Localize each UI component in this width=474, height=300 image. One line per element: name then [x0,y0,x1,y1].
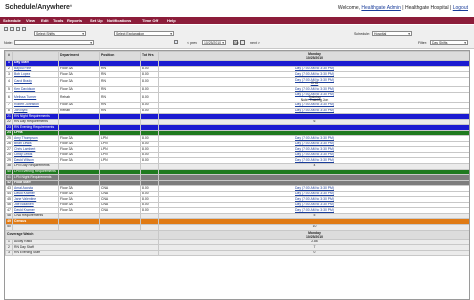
welcome-text: Welcome, Healthgate Admin | Healthgate H… [338,5,468,11]
date-input[interactable]: 10/25/2010 [202,40,226,45]
table-row[interactable]: 4 Carol Brady Floor 3A RN 8.00 Day (7:00 AM t… [5,76,469,88]
schedule-table: # Department Position Tot Hrs Monday 10/2… [5,51,469,257]
shift-text: Day (7:00 AM to 3:30 PM) [294,207,334,212]
shift-text: Day (7:00 AM to 3:30 PM) [294,185,334,190]
shift-cell[interactable]: Day (7:00 AM to 3:30 PM) CHG [158,76,469,88]
shift-text: Day (7:00 AM to 3:30 PM) [294,71,334,76]
select-explanation-dropdown[interactable]: Select Explanation [114,31,174,36]
grid-header-row: # Department Position Tot Hrs Monday 10/2… [5,51,469,61]
shift-text: 10 [312,224,317,229]
table-row[interactable]: 6 Melissa Turner Rehab RN 8.00 Day (7:00 AM t… [5,91,469,103]
menu-bar: Schedule View Edit Tools Reports Set Up Notifi… [0,17,474,24]
col-header-total-hours[interactable]: Tot Hrs [140,51,159,61]
schedule-dropdown[interactable]: Hospital [372,31,412,36]
logout-link[interactable]: Logout [453,5,468,11]
menu-item-reports[interactable]: Reports [67,18,82,23]
shift-text: 5 [313,213,316,218]
shift-cell[interactable]: Day (7:00 AM to 3:30 PM) Training Note: Tr… [158,91,469,103]
notes-label: Note: [4,41,13,45]
coverage-value: 0 [158,249,469,257]
position-cell: RN [99,76,141,88]
shift-text: 4 [313,163,316,168]
col-header-position[interactable]: Position [99,51,141,61]
menu-item-set-up[interactable]: Set Up [90,18,103,23]
day-date: 10/25/2010 [306,234,323,239]
copy-icon[interactable] [10,27,14,31]
menu-item-notifications[interactable]: Notifications [107,18,131,23]
shift-text: Day (7:00 AM to 3:30 PM) [294,152,334,157]
shift-text: Day (7:00 AM to 3:30 PM) [294,108,334,112]
menu-item-edit[interactable]: Edit [41,18,49,23]
day-date: 10/25/2010 [306,56,323,60]
department-cell: Rehab [58,91,100,103]
next-link[interactable]: next > [250,41,260,45]
top-bar: Schedule/Anywhere® Welcome, Healthgate A… [0,0,474,17]
welcome-separator: | [402,5,404,11]
menu-item-time-off[interactable]: Time Off [142,18,158,23]
filter-dropdown[interactable]: Day Shifts [430,40,468,45]
calendar-picker-icon[interactable] [240,40,245,45]
export-icon[interactable] [22,27,26,31]
welcome-separator: | [450,5,452,11]
shift-text: Day (7:00 AM to 3:30 PM) [294,157,334,162]
schedule-label: Schedule: [354,32,370,36]
filter-bar: Select Shifts Select Explanation Note: <… [0,25,474,49]
employee-name-link[interactable]: Melissa Turner [12,91,59,103]
notes-input[interactable] [14,40,94,45]
col-header-day[interactable]: Monday 10/25/2010 [158,51,469,61]
shift-text: Day (7:00 AM to 3:30 PM) [294,202,334,207]
calendar-icon[interactable] [174,40,178,44]
shift-text: Day (7:00 AM to 3:30 PM) [294,66,334,71]
go-button[interactable]: Go [233,40,239,45]
shift-text: Day (7:00 AM to 3:30 PM) [294,135,334,140]
shift-text: Day (7:00 AM to 3:30 PM) [294,196,334,201]
row-number: 3 [5,249,13,257]
coverage-row: 3 RN Evening Staff 0 [5,249,469,257]
shift-text: Day (7:00 AM to 3:30 PM) [294,86,334,91]
logo-suffix: Anywhere [37,4,70,11]
coverage-header-row: Coverage Watch Monday 10/25/2010 [5,229,469,240]
menu-item-schedule[interactable]: Schedule [3,18,21,23]
user-link[interactable]: Healthgate Admin [361,5,400,11]
menu-item-view[interactable]: View [26,18,35,23]
add-icon[interactable] [4,27,8,31]
filter-label: Filter: [418,41,427,45]
shift-text: Day (7:00 AM to 3:30 PM) [294,146,334,151]
col-header-name [12,51,59,61]
welcome-prefix: Welcome, [337,5,360,11]
shift-text: Day (7:00 AM to 3:30 PM) [294,191,334,196]
row-number: 4 [5,76,13,88]
shift-note: Note: Training Jon [300,97,329,102]
department-cell: Floor 3A [58,76,100,88]
menu-item-help[interactable]: Help [167,18,176,23]
shift-text: Day (7:00 AM to 3:30 PM) [294,141,334,146]
row-number: 6 [5,91,13,103]
org-name: Healthgate Hospital [404,5,449,11]
coverage-day-header: Monday 10/25/2010 [158,229,469,240]
shift-note: CHG [310,80,319,85]
total-hours-cell: 8.00 [140,76,159,88]
coverage-title: Coverage Watch [5,229,159,240]
menu-item-tools[interactable]: Tools [53,18,63,23]
print-icon[interactable] [16,27,20,31]
shift-text: Day (7:00 AM to 3:30 PM) [294,102,334,107]
app-logo: Schedule/Anywhere® [5,4,72,11]
employee-name-link[interactable]: Carol Brady [12,76,59,88]
col-header-department[interactable]: Department [58,51,100,61]
coverage-label: RN Evening Staff [12,249,159,257]
prev-link[interactable]: < prev [187,41,197,45]
select-shifts-dropdown[interactable]: Select Shifts [34,31,86,36]
total-hours-cell: 8.00 [140,91,159,103]
logo-text: Schedule [5,4,36,11]
shift-text: 6 [313,119,316,124]
schedule-grid: # Department Position Tot Hrs Monday 10/2… [4,50,470,300]
col-header-num: # [5,51,13,61]
position-cell: RN [99,91,141,103]
